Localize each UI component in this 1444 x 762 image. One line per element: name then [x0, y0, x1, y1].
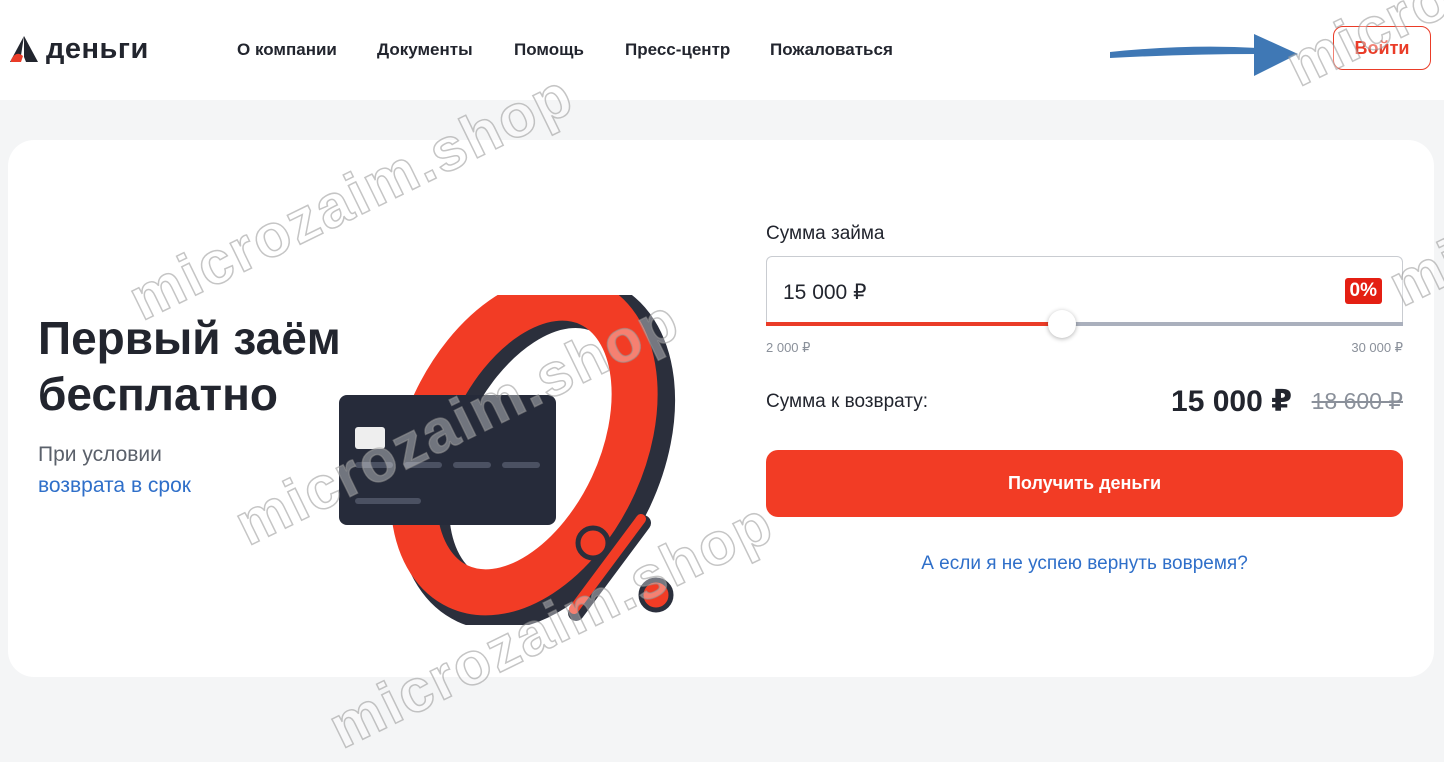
nav-item-help[interactable]: Помощь	[514, 38, 584, 62]
logo-mark-icon	[10, 36, 38, 62]
nav-item-press-center[interactable]: Пресс-центр	[625, 38, 730, 62]
nav-item-documents[interactable]: Документы	[377, 38, 473, 62]
zero-percent-card-illustration	[339, 295, 676, 625]
hero-subtitle-link[interactable]: возврата в срок	[38, 474, 191, 498]
loan-amount-label: Сумма займа	[766, 223, 885, 244]
slider-min-label: 2 000 ₽	[766, 340, 811, 355]
annotation-arrow-icon	[1110, 34, 1298, 76]
hero-subtitle: При условии	[38, 443, 162, 466]
nav-item-complain[interactable]: Пожаловаться	[770, 38, 893, 62]
late-payment-link[interactable]: А если я не успею вернуть вовремя?	[766, 553, 1403, 575]
return-amount-label: Сумма к возврату:	[766, 391, 929, 412]
loan-amount-value[interactable]: 15 000 ₽	[783, 280, 866, 305]
loan-amount-slider[interactable]	[766, 310, 1403, 338]
return-amount-value: 15 000 ₽	[1171, 385, 1292, 418]
slider-fill	[766, 322, 1062, 326]
brand-name: деньги	[46, 33, 149, 65]
loan-amount-field[interactable]: 15 000 ₽ 0%	[766, 256, 1403, 326]
rate-badge: 0%	[1344, 278, 1382, 304]
login-button[interactable]: Войти	[1333, 26, 1431, 70]
return-amount-old-value: 18 600 ₽	[1311, 388, 1403, 414]
hero-card: Первый заём бесплатно При условии возвра…	[8, 140, 1434, 677]
get-money-button[interactable]: Получить деньги	[766, 450, 1403, 517]
brand-logo[interactable]: деньги	[8, 34, 149, 64]
nav-item-company[interactable]: О компании	[237, 38, 337, 62]
site-header: деньги О компании Документы Помощь Пресс…	[0, 0, 1444, 100]
slider-thumb[interactable]	[1047, 310, 1076, 338]
slider-max-label: 30 000 ₽	[1351, 340, 1403, 355]
